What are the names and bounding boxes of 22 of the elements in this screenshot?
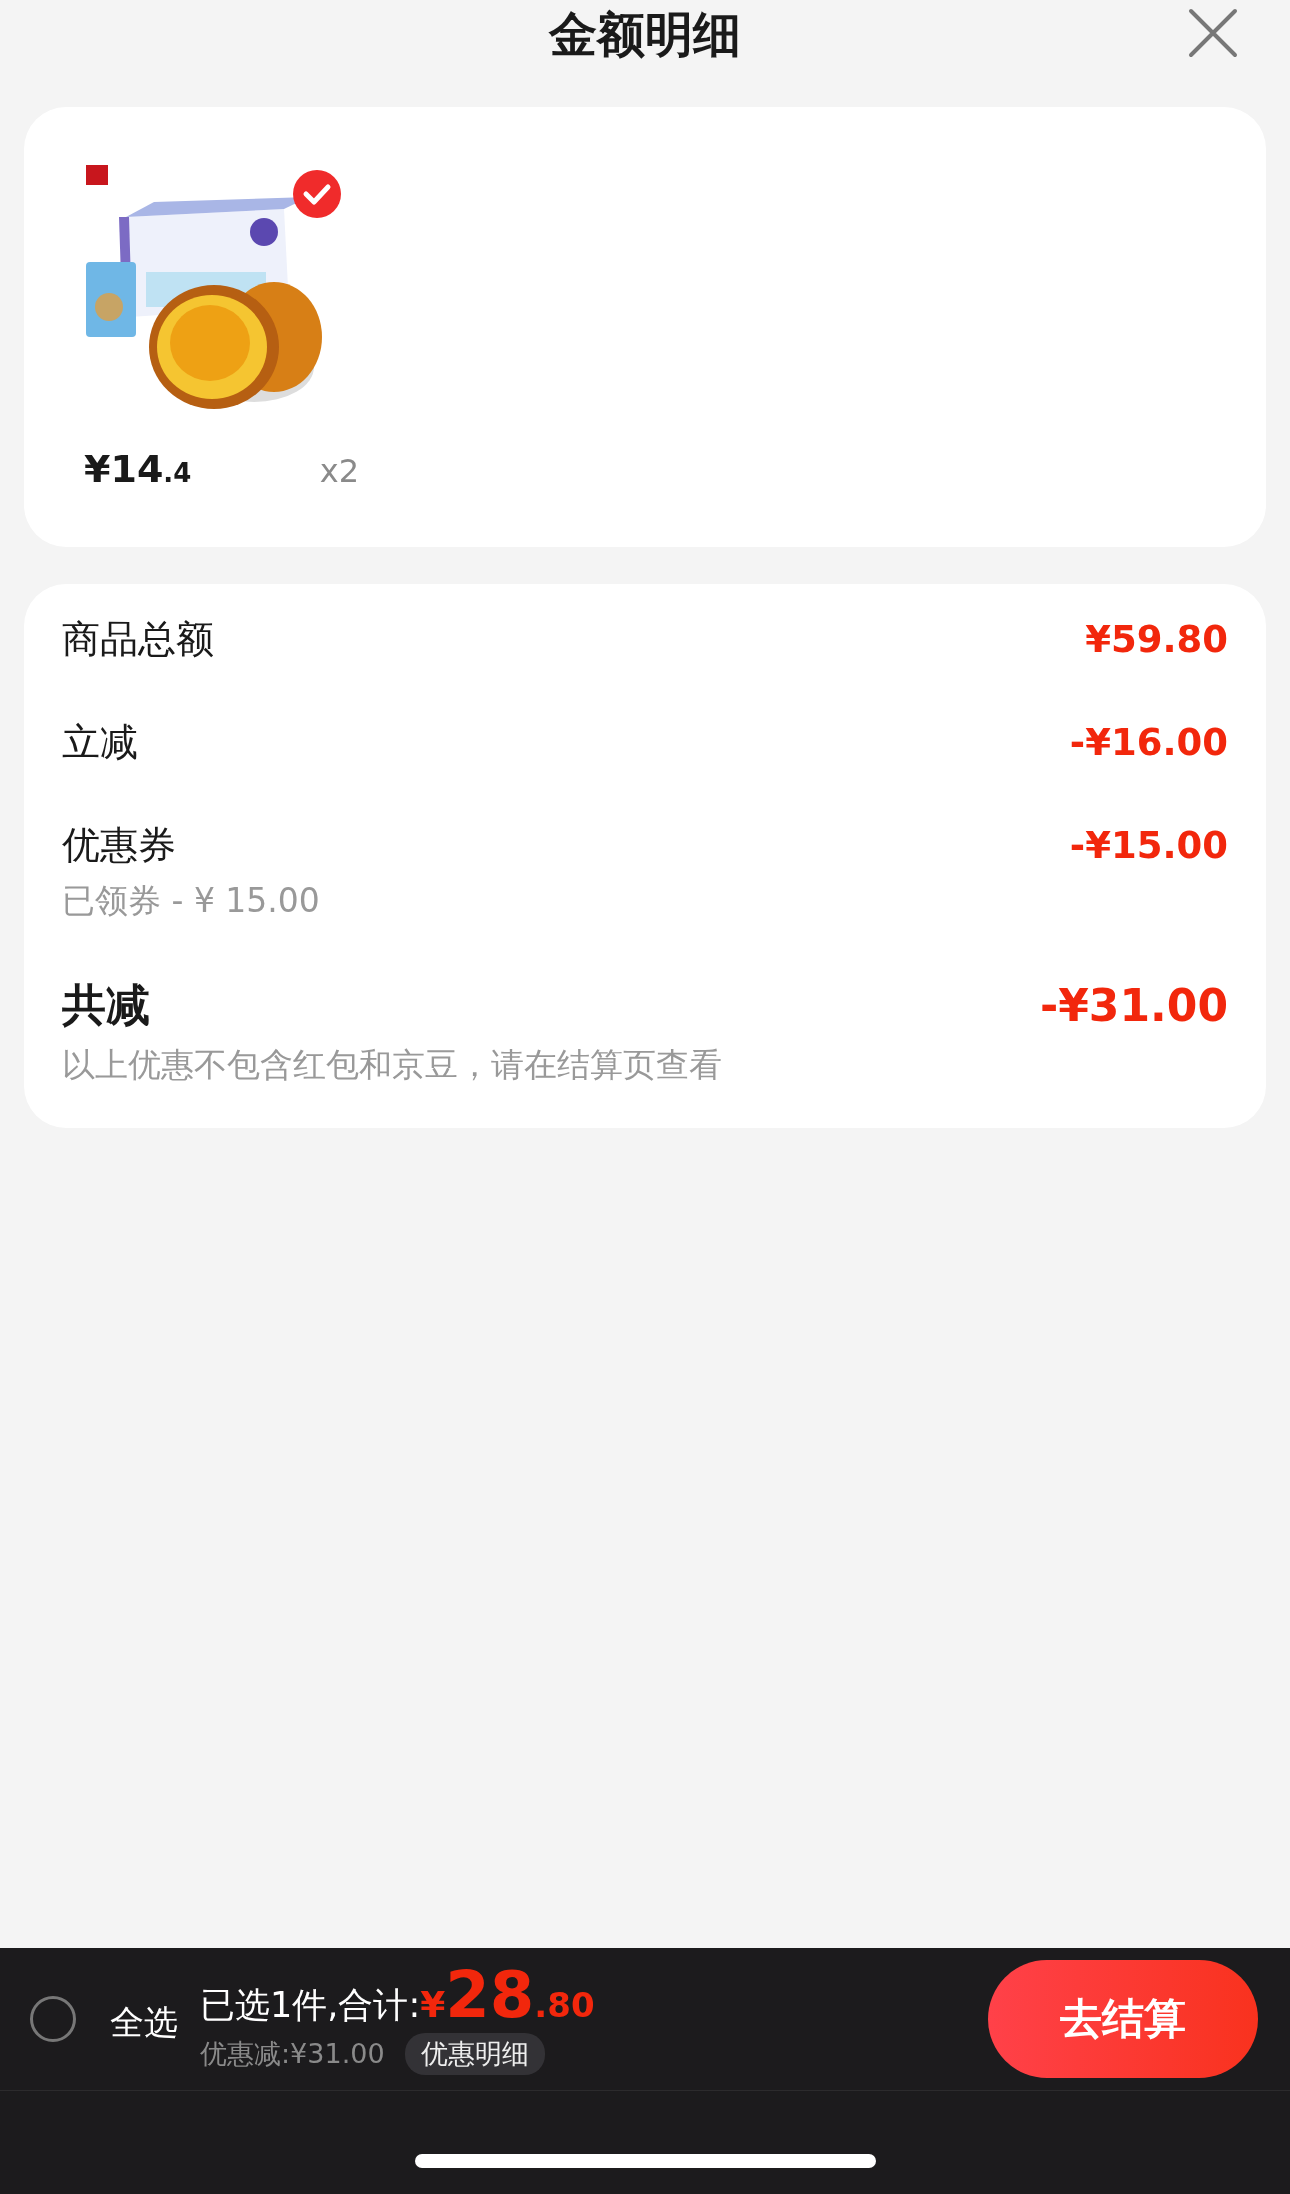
amount-label: 立减 <box>62 719 139 766</box>
select-all-checkbox[interactable] <box>30 1996 76 2042</box>
amount-label: 商品总额 <box>62 616 215 663</box>
window-title: 金额明细 <box>549 5 741 64</box>
discount-details-button[interactable]: 优惠明细 <box>404 2033 545 2075</box>
checkout-button[interactable]: 去结算 <box>988 1960 1258 2078</box>
note-text: 以上优惠不包含红包和京豆，请在结算页查看 <box>62 1044 723 1086</box>
product-price: ¥14.4 <box>84 447 192 491</box>
close-icon[interactable] <box>1188 8 1238 58</box>
check-icon[interactable] <box>292 169 342 219</box>
amount-value: ¥59.80 <box>1085 618 1228 661</box>
select-all-label: 全选 <box>110 2001 178 2044</box>
selected-count-text: 已选1件,合计: <box>200 1984 421 2027</box>
discount-text: 优惠减:¥31.00 <box>200 2037 385 2071</box>
amount-value: -¥16.00 <box>1069 721 1228 764</box>
total-price: ¥28.80 <box>420 1963 595 2027</box>
total-label: 共减 <box>62 978 151 1032</box>
product-quantity: x2 <box>319 452 359 490</box>
amount-label: 优惠券 <box>62 822 177 869</box>
note-text: 已领券 - ¥ 15.00 <box>62 880 321 922</box>
amount-value: -¥15.00 <box>1069 824 1228 867</box>
total-amount: -¥31.00 <box>1039 980 1228 1031</box>
